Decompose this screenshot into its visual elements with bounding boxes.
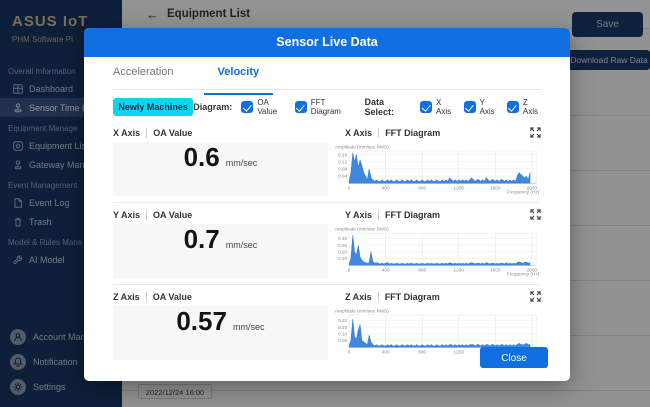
oa-value-x: 0.6 [184,142,220,173]
svg-text:0: 0 [348,349,351,355]
axis-label: Z Axis [113,292,140,302]
divider [146,292,147,302]
checkbox-label: X Axis [436,98,455,116]
divider [146,210,147,220]
checkbox-checked-icon[interactable] [295,101,307,113]
tab-bar: Acceleration Velocity [113,57,541,90]
section-x-axis: X Axis OA Value X Axis FFT Diagram [113,121,541,196]
close-button[interactable]: Close [480,347,548,368]
checkbox-y-axis[interactable]: Y Axis [464,98,498,116]
fft-chart-x: 0.040.080.120.160400800120016002000Ampli… [333,142,541,196]
modal-body: Acceleration Velocity Newly Machines Dia… [84,57,570,381]
oa-value-label: OA Value [153,128,192,138]
oa-value-box-x: 0.6 mm/sec [113,142,328,196]
axis-label: X Axis [345,128,372,138]
oa-value-y: 0.7 [184,224,220,255]
checkbox-label: OA Value [257,98,285,116]
svg-text:Amplitude (mm/sec RMS): Amplitude (mm/sec RMS) [335,309,389,315]
checkbox-checked-icon[interactable] [464,101,476,113]
checkbox-label: FFT Diagram [311,98,352,116]
modal-title: Sensor Live Data [84,28,570,57]
oa-value-z: 0.57 [176,306,227,337]
expand-fullscreen-icon[interactable] [530,127,541,138]
section-y-axis: Y Axis OA Value Y Axis FFT Diagram [113,202,541,278]
oa-unit: mm/sec [226,158,258,168]
svg-text:800: 800 [418,185,426,191]
controls-row: Newly Machines Diagram: OA Value FFT Dia… [113,98,541,116]
checkbox-checked-icon[interactable] [241,101,253,113]
svg-text:0: 0 [348,267,351,273]
svg-text:Frequency (Hz): Frequency (Hz) [507,190,540,196]
checkbox-checked-icon[interactable] [420,101,432,113]
fft-chart-y: 0.100.200.300.400400800120016002000Ampli… [333,224,541,278]
oa-value-label: OA Value [153,210,192,220]
svg-text:0.04: 0.04 [338,174,348,180]
tab-velocity[interactable]: Velocity [218,66,260,89]
svg-text:0.40: 0.40 [338,236,348,242]
svg-text:1200: 1200 [453,349,464,355]
fft-diagram-label: FFT Diagram [385,210,440,220]
diagram-label: Diagram: [193,102,232,112]
svg-text:800: 800 [418,349,426,355]
svg-text:400: 400 [382,349,390,355]
axis-label: Y Axis [345,210,372,220]
svg-text:0.15: 0.15 [338,325,348,331]
axis-label: Z Axis [345,292,372,302]
axis-label: Y Axis [113,210,140,220]
expand-fullscreen-icon[interactable] [530,291,541,302]
svg-text:1600: 1600 [490,267,501,273]
machine-selector-chip[interactable]: Newly Machines [113,98,193,116]
svg-text:0.20: 0.20 [338,249,348,255]
oa-unit: mm/sec [233,322,265,332]
checkbox-checked-icon[interactable] [507,101,519,113]
sensor-live-data-modal: Sensor Live Data Acceleration Velocity N… [84,28,570,381]
svg-text:800: 800 [418,267,426,273]
checkbox-oa-value[interactable]: OA Value [241,98,285,116]
svg-text:0.10: 0.10 [338,331,348,337]
fft-diagram-label: FFT Diagram [385,128,440,138]
svg-text:Amplitude (mm/sec RMS): Amplitude (mm/sec RMS) [335,145,389,151]
oa-value-box-z: 0.57 mm/sec [113,306,328,360]
expand-fullscreen-icon[interactable] [530,209,541,220]
divider [378,210,379,220]
svg-text:1200: 1200 [453,267,464,273]
svg-text:1200: 1200 [453,185,464,191]
data-select-label: Data Select: [365,97,412,117]
axis-label: X Axis [113,128,140,138]
tab-acceleration[interactable]: Acceleration [113,66,174,89]
oa-value-label: OA Value [153,292,192,302]
checkbox-z-axis[interactable]: Z Axis [507,98,541,116]
checkbox-label: Z Axis [523,98,541,116]
svg-text:0.12: 0.12 [338,159,348,165]
svg-text:0.20: 0.20 [338,318,348,324]
fft-diagram-label: FFT Diagram [385,292,440,302]
svg-text:Amplitude (mm/sec RMS): Amplitude (mm/sec RMS) [335,227,389,233]
svg-text:400: 400 [382,267,390,273]
svg-text:0.30: 0.30 [338,243,348,249]
oa-value-box-y: 0.7 mm/sec [113,224,328,278]
svg-text:0: 0 [348,185,351,191]
section-z-axis: Z Axis OA Value Z Axis FFT Diagram [113,284,541,360]
svg-text:1600: 1600 [490,185,501,191]
svg-text:Frequency (Hz): Frequency (Hz) [507,272,540,278]
divider [378,128,379,138]
axis-sections: X Axis OA Value X Axis FFT Diagram [113,121,541,360]
checkbox-x-axis[interactable]: X Axis [420,98,455,116]
checkbox-fft-diagram[interactable]: FFT Diagram [295,98,352,116]
phm-application-window: ← Equipment List Save Download Raw Data … [0,0,650,407]
svg-text:0.16: 0.16 [338,152,348,158]
oa-unit: mm/sec [226,240,258,250]
svg-text:400: 400 [382,185,390,191]
checkbox-label: Y Axis [480,98,498,116]
svg-text:0.08: 0.08 [338,167,348,173]
svg-text:0.10: 0.10 [338,256,348,262]
divider [146,128,147,138]
divider [378,292,379,302]
svg-text:0.05: 0.05 [338,338,348,344]
